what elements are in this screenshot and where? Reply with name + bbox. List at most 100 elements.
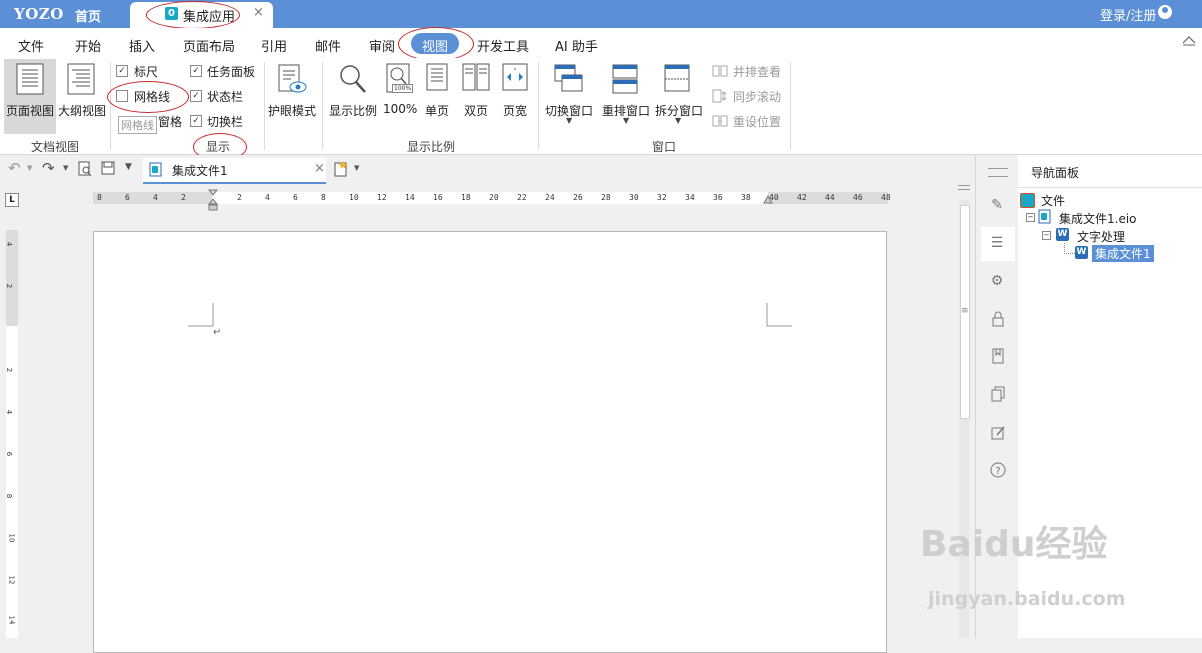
save-icon[interactable]	[101, 161, 115, 175]
ruler-tick-label: 6	[125, 193, 130, 202]
file-root-icon	[1020, 193, 1035, 208]
right-indent-marker-icon[interactable]	[763, 195, 773, 205]
new-file-icon[interactable]	[333, 160, 349, 177]
customize-toolbar-icon[interactable]: ▼	[125, 162, 132, 172]
vertical-ruler-tick-label: 6	[5, 451, 14, 457]
bookmark-icon[interactable]	[991, 348, 1005, 364]
double-page-label[interactable]: 双页	[464, 102, 488, 119]
tree-word-processing-label[interactable]: 文字处理	[1077, 228, 1125, 245]
zoom-label[interactable]: 显示比例	[329, 102, 377, 119]
tree-doc-label-selected[interactable]: 集成文件1	[1092, 245, 1154, 262]
ruler-tick-label: 26	[573, 193, 583, 202]
menu-home[interactable]: 开始	[75, 36, 101, 55]
login-link[interactable]: 登录/注册	[1100, 5, 1156, 24]
ruler-tick-label: 34	[685, 193, 695, 202]
annotation-ellipse-tab	[146, 1, 240, 29]
vertical-ruler-tick-label: 4	[5, 241, 14, 247]
redo-icon[interactable]: ↷	[42, 159, 55, 177]
home-tab[interactable]: 首页	[75, 6, 101, 25]
tree-connector	[1064, 243, 1075, 254]
document-page[interactable]	[93, 231, 887, 653]
close-file-icon[interactable]: ×	[314, 161, 325, 176]
tree-expand-icon[interactable]: −	[1042, 231, 1051, 240]
tree-root-label[interactable]: 文件	[1041, 192, 1065, 209]
nav-title-divider	[1018, 187, 1202, 188]
window-pane-label[interactable]: 窗格	[158, 113, 182, 130]
menu-developer[interactable]: 开发工具	[477, 36, 529, 55]
copy-icon[interactable]	[991, 386, 1005, 402]
ruler-tick-label: 18	[461, 193, 471, 202]
ruler-tick-label: 8	[97, 193, 102, 202]
ruler-tick-label: 12	[377, 193, 387, 202]
file-tab-label: 集成文件1	[172, 164, 228, 178]
pen-icon[interactable]: ✎	[988, 196, 1006, 214]
ribbon-separator	[538, 62, 539, 150]
file-tab[interactable]	[143, 158, 326, 184]
scroll-top-button[interactable]	[958, 185, 970, 190]
single-page-icon[interactable]	[424, 63, 450, 93]
single-page-label[interactable]: 单页	[425, 102, 449, 119]
ruler-tick-label: 8	[321, 193, 326, 202]
ruler-tick-label: 14	[405, 193, 415, 202]
print-preview-icon[interactable]	[78, 161, 92, 177]
redo-dropdown-icon[interactable]: ▼	[63, 164, 68, 172]
splitter-handle-icon[interactable]: ≡	[961, 306, 969, 316]
settings-sliders-icon[interactable]: ⚙	[988, 272, 1006, 290]
collapse-ribbon-icon[interactable]	[1182, 34, 1196, 46]
side-menu-handle-icon[interactable]	[988, 168, 1008, 177]
menu-insert[interactable]: 插入	[129, 36, 155, 55]
ruler-tick-label: 24	[545, 193, 555, 202]
gridlines-tooltip: 网格线	[118, 116, 157, 134]
split-window-icon[interactable]	[663, 63, 691, 95]
margin-corner-right	[766, 303, 792, 327]
menu-review[interactable]: 审阅	[369, 36, 395, 55]
ruler-checkbox[interactable]: ✓	[116, 65, 128, 77]
menu-file[interactable]: 文件	[18, 36, 44, 55]
page-width-icon[interactable]	[501, 63, 529, 93]
help-icon[interactable]: ?	[990, 462, 1006, 478]
sync-scroll-label: 同步滚动	[733, 90, 782, 104]
new-file-dropdown-icon[interactable]: ▼	[354, 164, 359, 172]
status-bar-checkbox[interactable]: ✓	[190, 90, 202, 102]
paragraph-mark-icon: ↵	[213, 327, 222, 338]
outline-view-icon[interactable]	[66, 63, 96, 95]
tree-eio-label[interactable]: 集成文件1.eio	[1059, 210, 1137, 227]
task-pane-checkbox[interactable]: ✓	[190, 65, 202, 77]
eye-mode-label[interactable]: 护眼模式	[268, 102, 316, 119]
margin-corner-left	[188, 303, 214, 327]
arrange-window-icon[interactable]	[611, 63, 639, 95]
page-width-label[interactable]: 页宽	[503, 102, 527, 119]
split-window-dropdown-icon[interactable]: ▼	[675, 116, 681, 125]
side-by-side-icon	[712, 65, 728, 77]
svg-text:?: ?	[995, 466, 1000, 477]
undo-icon[interactable]: ↶	[8, 159, 21, 177]
vertical-ruler-tick-label: 4	[5, 409, 14, 415]
menu-references[interactable]: 引用	[261, 36, 287, 55]
user-icon[interactable]	[1158, 5, 1172, 19]
lock-icon[interactable]	[991, 311, 1005, 327]
tab-stop-selector[interactable]: L	[5, 193, 19, 207]
navigation-list-icon[interactable]: ☰	[988, 234, 1006, 252]
menu-mailings[interactable]: 邮件	[315, 36, 341, 55]
outline-view-label[interactable]: 大纲视图	[58, 102, 106, 119]
menu-page-layout[interactable]: 页面布局	[183, 36, 235, 55]
ruler-tick-label: 4	[153, 193, 158, 202]
undo-dropdown-icon[interactable]: ▼	[27, 164, 32, 172]
eye-mode-icon[interactable]	[277, 64, 307, 96]
baidu-watermark: Baidu经验	[920, 524, 1108, 565]
switch-bar-checkbox[interactable]: ✓	[190, 115, 202, 127]
zoom-magnifier-icon[interactable]	[338, 63, 368, 95]
vertical-ruler-tick-label: 8	[5, 493, 14, 499]
switch-window-dropdown-icon[interactable]: ▼	[566, 116, 572, 125]
menu-ai-assistant[interactable]: AI 助手	[555, 36, 598, 55]
double-page-icon[interactable]	[462, 63, 490, 93]
tree-expand-icon[interactable]: −	[1026, 213, 1035, 222]
ruler-tick-label: 2	[181, 193, 186, 202]
switch-window-icon[interactable]	[553, 63, 585, 95]
indent-marker-icon[interactable]	[208, 189, 218, 211]
arrange-window-dropdown-icon[interactable]: ▼	[623, 116, 629, 125]
edit-icon[interactable]	[991, 425, 1005, 441]
zoom-100-badge: 100%	[392, 84, 414, 93]
close-tab-icon[interactable]: ×	[253, 5, 264, 20]
zoom-100-label[interactable]: 100%	[383, 102, 417, 116]
